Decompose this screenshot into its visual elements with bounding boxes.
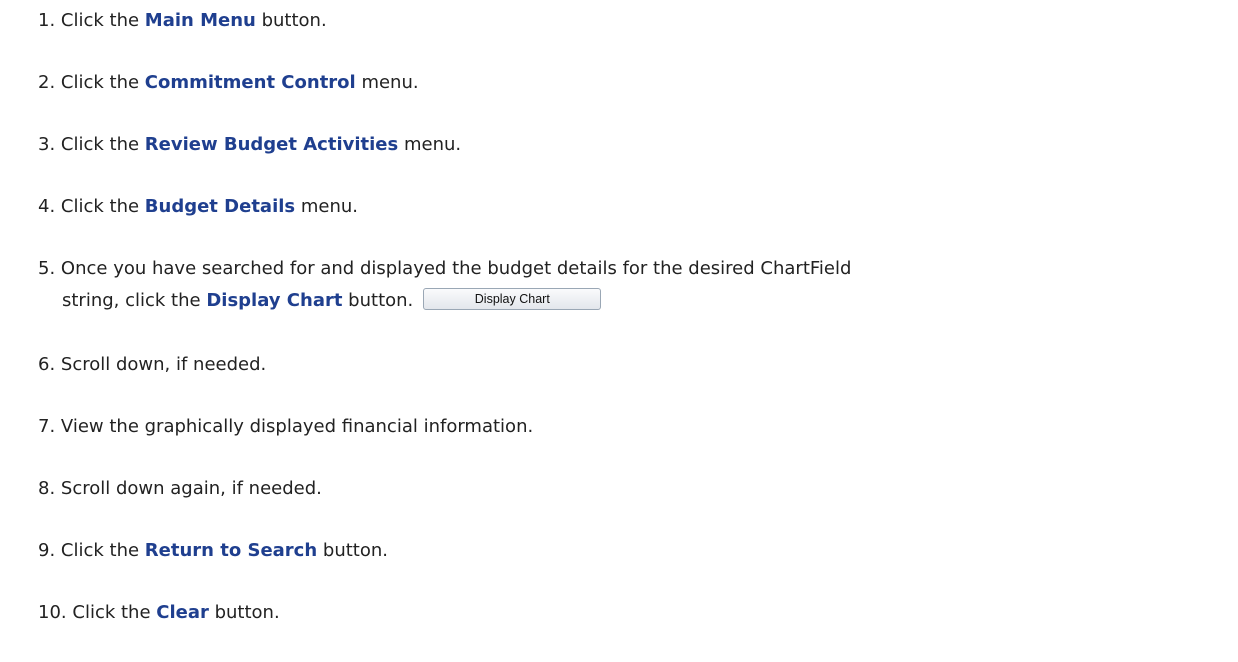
step-text: Click the	[72, 602, 157, 623]
step-text: button.	[342, 290, 414, 311]
display-chart-button[interactable]: Display Chart	[423, 288, 602, 310]
step-text: button.	[208, 602, 280, 623]
step-7: 7. View the graphically displayed financ…	[38, 412, 533, 442]
step-10: 10. Click the Clear button.	[38, 598, 280, 628]
step-number: 1.	[38, 10, 56, 31]
step-text: Click the	[60, 134, 145, 155]
step-text: button.	[255, 10, 327, 31]
step-9: 9. Click the Return to Search button.	[38, 536, 388, 566]
step-number: 10.	[38, 602, 67, 623]
step-keyword: Display Chart	[206, 290, 343, 311]
step-1: 1. Click the Main Menu button.	[38, 6, 327, 36]
step-keyword: Review Budget Activities	[144, 134, 399, 155]
step-text: Once you have searched for and displayed…	[60, 258, 852, 279]
step-text: button.	[317, 540, 388, 561]
step-text: Click the	[60, 196, 145, 217]
step-text: Click the	[60, 72, 145, 93]
step-number: 6.	[38, 354, 56, 375]
step-8: 8. Scroll down again, if needed.	[38, 474, 322, 504]
step-3: 3. Click the Review Budget Activities me…	[38, 130, 461, 160]
step-text: Scroll down again, if needed.	[60, 478, 322, 499]
step-text: Click the	[60, 10, 145, 31]
step-number: 3.	[38, 134, 56, 155]
step-number: 8.	[38, 478, 56, 499]
step-keyword: Main Menu	[144, 10, 256, 31]
step-text: Click the	[60, 540, 145, 561]
step-text: menu.	[295, 196, 359, 217]
step-5-line-1: 5. Once you have searched for and displa…	[38, 254, 851, 284]
step-5-line-2: string, click the Display Chart button. D…	[62, 286, 602, 316]
step-number: 5.	[38, 258, 56, 279]
step-number: 2.	[38, 72, 56, 93]
step-number: 9.	[38, 540, 56, 561]
step-text: View the graphically displayed financial…	[60, 416, 534, 437]
step-text: menu.	[355, 72, 419, 93]
step-text: string, click the	[62, 290, 207, 311]
step-4: 4. Click the Budget Details menu.	[38, 192, 358, 222]
step-number: 4.	[38, 196, 56, 217]
step-keyword: Commitment Control	[144, 72, 356, 93]
step-6: 6. Scroll down, if needed.	[38, 350, 266, 380]
step-2: 2. Click the Commitment Control menu.	[38, 68, 419, 98]
step-keyword: Budget Details	[144, 196, 296, 217]
step-number: 7.	[38, 416, 56, 437]
step-text: menu.	[398, 134, 462, 155]
step-text: Scroll down, if needed.	[60, 354, 267, 375]
step-keyword: Clear	[156, 602, 209, 623]
step-keyword: Return to Search	[144, 540, 318, 561]
